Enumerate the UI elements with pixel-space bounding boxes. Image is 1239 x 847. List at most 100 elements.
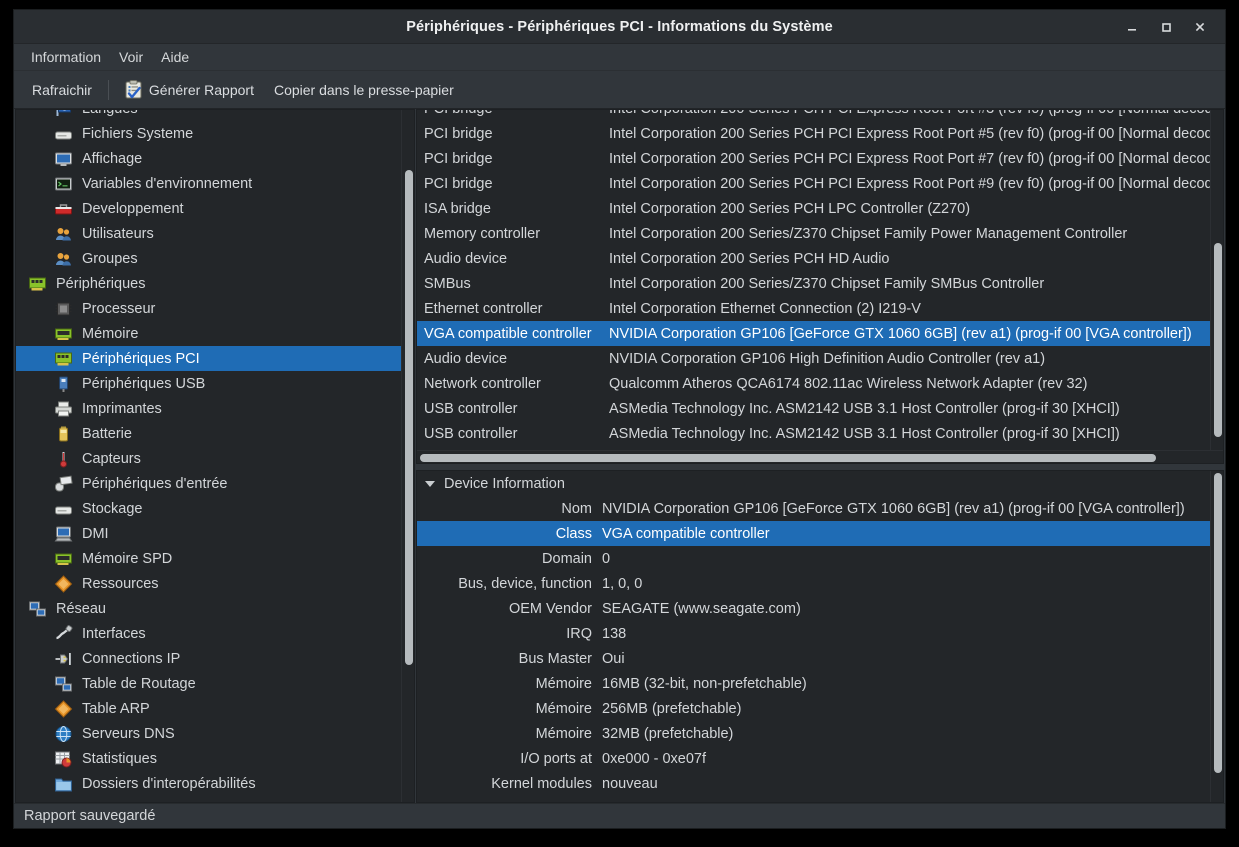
sidebar-item-dossiers-d-interop-rabilit-s[interactable]: Dossiers d'interopérabilités xyxy=(16,771,401,796)
table-row[interactable]: USB controller ASMedia Technology Inc. AS… xyxy=(417,396,1210,421)
detail-row[interactable]: Bus Master Oui xyxy=(417,646,1210,671)
tool-bar: Rafraichir Générer Rapport Copier dans l… xyxy=(14,71,1225,109)
minimize-icon[interactable] xyxy=(1115,12,1149,42)
device-information-header[interactable]: Device Information xyxy=(417,471,1210,496)
sidebar-item-connections-ip[interactable]: Connections IP xyxy=(16,646,401,671)
sidebar-item-fichiers-systeme[interactable]: Fichiers Systeme xyxy=(16,121,401,146)
table-row[interactable]: ISA bridge Intel Corporation 200 Series P… xyxy=(417,196,1210,221)
detail-row[interactable]: Mémoire 16MB (32-bit, non-prefetchable) xyxy=(417,671,1210,696)
detail-row[interactable]: IRQ 138 xyxy=(417,621,1210,646)
device-information-vscrollbar[interactable] xyxy=(1210,471,1223,802)
device-name-cell: ASMedia Technology Inc. ASM2142 USB 3.1 … xyxy=(609,400,1120,417)
generate-report-button[interactable]: Générer Rapport xyxy=(115,76,264,103)
sidebar-item-langues[interactable]: Langues xyxy=(16,110,401,121)
detail-row[interactable]: Kernel modules nouveau xyxy=(417,771,1210,796)
sidebar-scrollbar-thumb[interactable] xyxy=(405,170,413,665)
detail-value: 0xe000 - 0xe07f xyxy=(602,750,706,767)
table-row[interactable]: Memory controller Intel Corporation 200 S… xyxy=(417,221,1210,246)
device-table-vscrollbar-thumb[interactable] xyxy=(1214,243,1222,437)
window-controls xyxy=(1115,12,1225,42)
device-information-vscrollbar-thumb[interactable] xyxy=(1214,473,1222,773)
device-table-vscrollbar[interactable] xyxy=(1210,110,1223,450)
sidebar-item-m-moire-spd[interactable]: Mémoire SPD xyxy=(16,546,401,571)
close-icon[interactable] xyxy=(1183,12,1217,42)
sidebar-item-utilisateurs[interactable]: Utilisateurs xyxy=(16,221,401,246)
table-row[interactable]: Ethernet controller Intel Corporation Eth… xyxy=(417,296,1210,321)
sidebar-item-p-riph-riques[interactable]: Périphériques xyxy=(16,271,401,296)
sidebar-item-table-de-routage[interactable]: Table de Routage xyxy=(16,671,401,696)
title-bar[interactable]: Périphériques - Périphériques PCI - Info… xyxy=(14,10,1225,44)
table-row[interactable]: VGA compatible controller NVIDIA Corporat… xyxy=(417,321,1210,346)
sidebar-item-processeur[interactable]: Processeur xyxy=(16,296,401,321)
sidebar-item-dmi[interactable]: DMI xyxy=(16,521,401,546)
device-class-cell: SMBus xyxy=(424,275,471,292)
detail-row[interactable]: Nom NVIDIA Corporation GP106 [GeForce GTX… xyxy=(417,496,1210,521)
device-name-cell: Intel Corporation Ethernet Connection (2… xyxy=(609,300,921,317)
menu-item-information[interactable]: Information xyxy=(22,46,110,68)
copy-clipboard-button[interactable]: Copier dans le presse-papier xyxy=(264,78,464,102)
table-row[interactable]: PCI bridgeIntel Corporation 200 Series P… xyxy=(417,146,1210,171)
sidebar-item-label: Périphériques xyxy=(56,275,146,292)
sidebar-item-batterie[interactable]: Batterie xyxy=(16,421,401,446)
table-row[interactable]: Network controller Qualcomm Atheros QCA61… xyxy=(417,371,1210,396)
main-body: Langues Fichiers Systeme Affichage Variable… xyxy=(14,109,1225,803)
table-row[interactable]: Audio device NVIDIA Corporation GP106 Hig… xyxy=(417,346,1210,371)
detail-row[interactable]: I/O ports at 0xe000 - 0xe07f xyxy=(417,746,1210,771)
sidebar-item-serveurs-dns[interactable]: Serveurs DNS xyxy=(16,721,401,746)
detail-row[interactable]: Mémoire 256MB (prefetchable) xyxy=(417,696,1210,721)
table-row[interactable]: PCI bridgeIntel Corporation 200 Series P… xyxy=(417,121,1210,146)
sidebar-item-affichage[interactable]: Affichage xyxy=(16,146,401,171)
table-row[interactable]: PCI bridgeIntel Corporation 200 Series P… xyxy=(417,171,1210,196)
sidebar-item-p-riph-riques-d-entr-e[interactable]: Périphériques d'entrée xyxy=(16,471,401,496)
table-row[interactable]: PCI bridgeIntel Corporation 200 Series P… xyxy=(417,110,1210,121)
table-row[interactable]: SMBus Intel Corporation 200 Series/Z370 C… xyxy=(417,271,1210,296)
chevron-down-icon[interactable] xyxy=(425,480,435,487)
sidebar-item-statistiques[interactable]: Statistiques xyxy=(16,746,401,771)
device-table-hscrollbar[interactable] xyxy=(417,450,1223,463)
sidebar-item-ressources[interactable]: Ressources xyxy=(16,571,401,596)
device-name-cell: NVIDIA Corporation GP106 High Definition… xyxy=(609,350,1046,367)
sidebar-item-label: Ressources xyxy=(82,575,159,592)
maximize-icon[interactable] xyxy=(1149,12,1183,42)
window-title: Périphériques - Périphériques PCI - Info… xyxy=(406,18,833,35)
sidebar-item-p-riph-riques-pci[interactable]: Périphériques PCI xyxy=(16,346,401,371)
battery-icon xyxy=(59,426,68,441)
sidebar-item-stockage[interactable]: Stockage xyxy=(16,496,401,521)
sidebar-item-capteurs[interactable]: Capteurs xyxy=(16,446,401,471)
sidebar-item-variables-d-environnement[interactable]: Variables d'environnement xyxy=(16,171,401,196)
diamond-icon xyxy=(54,574,73,593)
sidebar-item-m-moire[interactable]: Mémoire xyxy=(16,321,401,346)
detail-row[interactable]: Mémoire 32MB (prefetchable) xyxy=(417,721,1210,746)
computer-icon xyxy=(54,526,73,541)
device-name-cell: Qualcomm Atheros QCA6174 802.11ac Wirele… xyxy=(609,375,1088,392)
sidebar-scrollbar[interactable] xyxy=(401,110,414,802)
device-table-hscrollbar-thumb[interactable] xyxy=(420,454,1156,462)
detail-row[interactable]: Bus, device, function 1, 0, 0 xyxy=(417,571,1210,596)
sidebar-item-table-arp[interactable]: Table ARP xyxy=(16,696,401,721)
sidebar-item-developpement[interactable]: Developpement xyxy=(16,196,401,221)
table-row[interactable]: USB controller ASMedia Technology Inc. AS… xyxy=(417,421,1210,446)
sidebar-item-p-riph-riques-usb[interactable]: Périphériques USB xyxy=(16,371,401,396)
pci-device-table-inner: PCI bridge Intel Corporation 200 Series P… xyxy=(417,110,1223,450)
table-row[interactable]: Audio device Intel Corporation 200 Series… xyxy=(417,246,1210,271)
menu-item-voir[interactable]: Voir xyxy=(110,46,152,68)
sidebar-item-label: Table de Routage xyxy=(82,675,196,692)
detail-value: 16MB (32-bit, non-prefetchable) xyxy=(602,675,807,692)
navigation-sidebar: Langues Fichiers Systeme Affichage Variable… xyxy=(15,109,415,803)
detail-row[interactable]: Class VGA compatible controller xyxy=(417,521,1210,546)
sidebar-item-interfaces[interactable]: Interfaces xyxy=(16,621,401,646)
detail-key: Bus Master xyxy=(518,650,592,667)
sidebar-item-label: Périphériques d'entrée xyxy=(82,475,228,492)
sidebar-item-label: Connections IP xyxy=(82,650,181,667)
detail-row[interactable]: OEM Vendor SEAGATE (www.seagate.com) xyxy=(417,596,1210,621)
menu-item-aide[interactable]: Aide xyxy=(152,46,198,68)
detail-key: Mémoire xyxy=(535,725,592,742)
detail-row[interactable]: Domain 0 xyxy=(417,546,1210,571)
sidebar-item-imprimantes[interactable]: Imprimantes xyxy=(16,396,401,421)
sidebar-item-r-seau[interactable]: Réseau xyxy=(16,596,401,621)
sidebar-item-groupes[interactable]: Groupes xyxy=(16,246,401,271)
sidebar-item-label: Fichiers Systeme xyxy=(82,125,194,142)
refresh-button[interactable]: Rafraichir xyxy=(22,78,102,102)
device-name-cell: Intel Corporation 200 Series/Z370 Chipse… xyxy=(609,225,1128,242)
device-class-cell: PCI bridge xyxy=(424,175,493,192)
